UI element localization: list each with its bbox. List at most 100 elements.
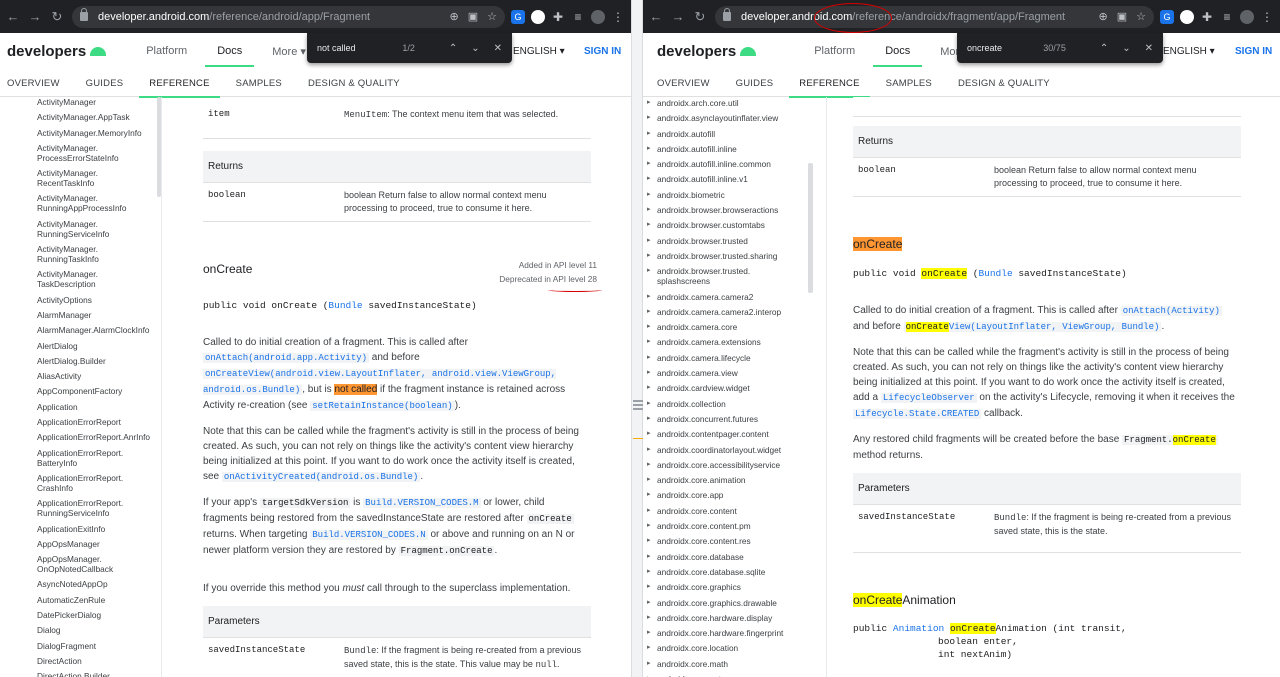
sidebar-item[interactable]: androidx.core.content — [643, 506, 826, 516]
sidebar-item[interactable]: ApplicationErrorReport. CrashInfo — [0, 473, 161, 493]
sidebar-item[interactable]: ActivityManager. RunningServiceInfo — [0, 219, 161, 239]
sidebar-item[interactable]: ActivityManager. RecentTaskInfo — [0, 168, 161, 188]
extensions-puzzle-icon[interactable]: ✚ — [1200, 10, 1214, 24]
back-icon[interactable]: ← — [4, 8, 22, 26]
extensions-puzzle-icon[interactable]: ✚ — [551, 10, 565, 24]
sidebar-item[interactable]: ActivityManager. RunningTaskInfo — [0, 244, 161, 264]
find-close-icon[interactable]: ✕ — [494, 43, 502, 54]
link-version-n[interactable]: Build.VERSION_CODES.N — [310, 530, 428, 540]
find-input[interactable]: oncreate — [967, 43, 1043, 53]
sidebar-item[interactable]: AliasActivity — [0, 371, 161, 381]
developers-logo[interactable]: developers — [657, 43, 757, 60]
sidebar-item[interactable]: androidx.asynclayoutinflater.view — [643, 113, 826, 123]
find-input[interactable]: not called — [317, 43, 402, 53]
sidebar-item[interactable]: ActivityManager. TaskDescription — [0, 269, 161, 289]
add-icon[interactable]: ⊕ — [1099, 10, 1108, 23]
link-onactivitycreated[interactable]: onActivityCreated(android.os.Bundle) — [221, 472, 421, 482]
nav-platform[interactable]: Platform — [814, 45, 855, 57]
sidebar-item[interactable]: androidx.biometric — [643, 190, 826, 200]
sidebar-item[interactable]: androidx.core.database — [643, 552, 826, 562]
link-lifecycleobserver[interactable]: LifecycleObserver — [880, 393, 977, 403]
sidebar-item[interactable]: androidx.coordinatorlayout.widget — [643, 445, 826, 455]
find-close-icon[interactable]: ✕ — [1145, 43, 1153, 54]
nav-docs[interactable]: Docs — [873, 45, 923, 67]
dark-mode-extension-icon[interactable] — [1180, 9, 1194, 24]
sidebar-item[interactable]: androidx.concurrent.futures — [643, 414, 826, 424]
sidebar-item[interactable]: androidx.core.location — [643, 643, 826, 653]
sidebar-item[interactable]: androidx.autofill.inline.v1 — [643, 174, 826, 184]
page-icon[interactable]: ▣ — [1117, 10, 1127, 23]
sidebar-item[interactable]: androidx.core.hardware.display — [643, 613, 826, 623]
sidebar-item[interactable]: ActivityManager — [0, 97, 161, 107]
sign-in-button[interactable]: SIGN IN — [584, 46, 621, 57]
window-splitter[interactable] — [631, 0, 643, 677]
reload-icon[interactable]: ↻ — [48, 8, 66, 26]
link-setretaininstance[interactable]: setRetainInstance(boolean) — [310, 401, 455, 411]
sidebar-item[interactable]: androidx.core.app — [643, 490, 826, 500]
splitter-grip-icon[interactable] — [633, 400, 643, 410]
nav-more[interactable]: More ▾ — [272, 45, 306, 58]
sidebar-item[interactable]: Dialog — [0, 625, 161, 635]
link-lifecycle-state-created[interactable]: Lifecycle.State.CREATED — [853, 409, 982, 419]
tab-samples[interactable]: SAMPLES — [886, 78, 932, 89]
profile-avatar-icon[interactable] — [591, 9, 605, 24]
sidebar-item[interactable]: androidx.browser.trusted. splashscreens — [643, 266, 826, 286]
link-version-m[interactable]: Build.VERSION_CODES.M — [363, 498, 481, 508]
sidebar-item[interactable]: androidx.core.graphics — [643, 582, 826, 592]
sidebar-item[interactable]: androidx.browser.customtabs — [643, 220, 826, 230]
sidebar-item[interactable]: DialogFragment — [0, 641, 161, 651]
sidebar-item[interactable]: ActivityManager. ProcessErrorStateInfo — [0, 143, 161, 163]
tab-design-quality[interactable]: DESIGN & QUALITY — [308, 78, 400, 89]
sidebar-item[interactable]: ApplicationErrorReport — [0, 417, 161, 427]
menu-kebab-icon[interactable]: ⋮ — [1260, 10, 1274, 24]
sidebar-item[interactable]: androidx.cardview.widget — [643, 383, 826, 393]
sidebar-item[interactable]: androidx.core.graphics.drawable — [643, 598, 826, 608]
developers-logo[interactable]: developers — [7, 43, 107, 60]
sidebar-item[interactable]: androidx.browser.trusted — [643, 236, 826, 246]
sidebar-item[interactable]: androidx.browser.trusted.sharing — [643, 251, 826, 261]
link-onattach[interactable]: onAttach(android.app.Activity) — [203, 353, 370, 363]
sidebar-item[interactable]: ActivityManager.MemoryInfo — [0, 128, 161, 138]
language-select[interactable]: ENGLISH ▾ — [1163, 46, 1215, 57]
sidebar-item[interactable]: androidx.contentpager.content — [643, 429, 826, 439]
sidebar-item[interactable]: androidx.camera.core — [643, 322, 826, 332]
sidebar-item[interactable]: DatePickerDialog — [0, 610, 161, 620]
reading-list-icon[interactable]: ≡ — [1220, 10, 1234, 24]
sidebar-item[interactable]: AppComponentFactory — [0, 386, 161, 396]
find-next-icon[interactable]: ⌄ — [471, 43, 479, 54]
tab-reference[interactable]: REFERENCE — [789, 78, 871, 98]
sidebar-item[interactable]: androidx.autofill.inline.common — [643, 159, 826, 169]
sidebar-item[interactable]: AppOpsManager — [0, 539, 161, 549]
sidebar-item[interactable]: androidx.camera.lifecycle — [643, 353, 826, 363]
sidebar-item[interactable]: ActivityManager.AppTask — [0, 112, 161, 122]
sidebar-item[interactable]: androidx.core.database.sqlite — [643, 567, 826, 577]
page-icon[interactable]: ▣ — [468, 10, 478, 23]
tab-guides[interactable]: GUIDES — [736, 78, 774, 89]
link-oncreateview[interactable]: onCreateView(LayoutInflater, ViewGroup, … — [903, 322, 1162, 332]
sidebar-item[interactable]: androidx.arch.core.util — [643, 98, 826, 108]
sidebar-item[interactable]: androidx.core.content.pm — [643, 521, 826, 531]
tab-design-quality[interactable]: DESIGN & QUALITY — [958, 78, 1050, 89]
sidebar-item[interactable]: AlarmManager.AlarmClockInfo — [0, 325, 161, 335]
sidebar-item[interactable]: androidx.core.hardware.fingerprint — [643, 628, 826, 638]
tab-guides[interactable]: GUIDES — [86, 78, 124, 89]
sidebar-item[interactable]: androidx.core.animation — [643, 475, 826, 485]
bookmark-star-icon[interactable]: ☆ — [1136, 10, 1146, 23]
tab-reference[interactable]: REFERENCE — [139, 78, 221, 98]
link-onattach[interactable]: onAttach(Activity) — [1120, 306, 1222, 316]
sidebar-item[interactable]: ApplicationErrorReport. BatteryInfo — [0, 448, 161, 468]
forward-icon[interactable]: → — [26, 8, 44, 26]
sidebar-scrollbar[interactable] — [808, 163, 813, 293]
nav-docs[interactable]: Docs — [205, 45, 255, 67]
find-prev-icon[interactable]: ⌃ — [449, 43, 457, 54]
sidebar-item[interactable]: AlertDialog — [0, 341, 161, 351]
sidebar-item[interactable]: androidx.camera.view — [643, 368, 826, 378]
sidebar-item[interactable]: ActivityOptions — [0, 295, 161, 305]
sidebar-item[interactable]: androidx.core.accessibilityservice — [643, 460, 826, 470]
sidebar-item[interactable]: AutomaticZenRule — [0, 595, 161, 605]
sidebar-item[interactable]: AppOpsManager. OnOpNotedCallback — [0, 554, 161, 574]
menu-kebab-icon[interactable]: ⋮ — [611, 10, 625, 24]
sidebar-item[interactable]: AsyncNotedAppOp — [0, 579, 161, 589]
find-prev-icon[interactable]: ⌃ — [1100, 43, 1108, 54]
profile-avatar-icon[interactable] — [1240, 9, 1254, 24]
